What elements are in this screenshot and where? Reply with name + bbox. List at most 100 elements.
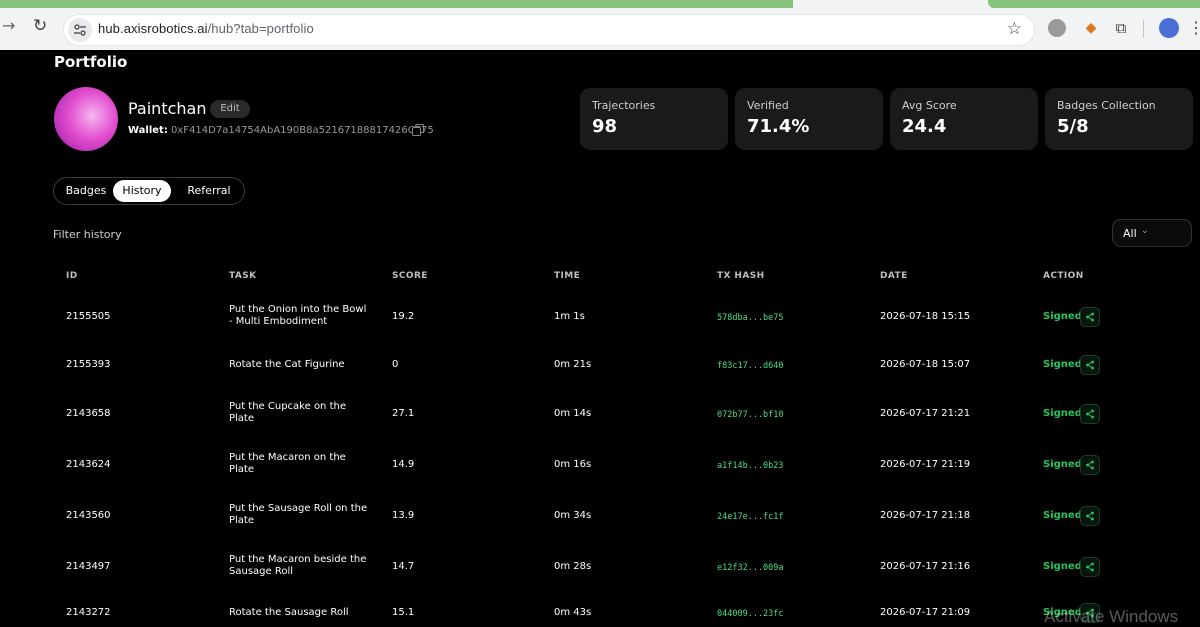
forward-arrow-icon[interactable]: →	[2, 16, 22, 40]
share-icon	[1086, 562, 1094, 572]
stat-card-verified: Verified 71.4%	[735, 88, 883, 150]
extensions-puzzle-icon[interactable]: ⧉	[1112, 19, 1130, 37]
cell-date: 2026-07-17 21:18	[880, 510, 971, 521]
profile-avatar-icon[interactable]	[1159, 18, 1179, 38]
url-text[interactable]: hub.axisrobotics.ai/hub?tab=portfolio	[98, 21, 314, 36]
stat-value: 98	[592, 116, 618, 137]
column-header-time: TIME	[554, 271, 581, 281]
tab-history[interactable]: History	[113, 180, 171, 202]
cell-time: 0m 16s	[554, 459, 592, 470]
table-row: 2143560 Put the Sausage Roll on the Plat…	[0, 495, 1200, 535]
column-header-score: SCORE	[392, 271, 428, 281]
stat-value: 24.4	[902, 116, 947, 137]
cell-id: 2143624	[66, 459, 111, 470]
share-button[interactable]	[1080, 355, 1100, 375]
status-badge: Signed	[1043, 561, 1082, 572]
cell-time: 0m 28s	[554, 561, 592, 572]
cell-id: 2143272	[66, 607, 111, 618]
cell-time: 0m 14s	[554, 408, 592, 419]
cell-id: 2155393	[66, 359, 111, 370]
stat-value: 71.4%	[747, 116, 810, 137]
cell-id: 2155505	[66, 311, 111, 322]
status-badge: Signed	[1043, 359, 1082, 370]
cell-task: Put the Sausage Roll on the Plate	[229, 503, 368, 526]
share-button[interactable]	[1080, 506, 1100, 526]
cell-score: 27.1	[392, 408, 415, 419]
column-header-tx-hash: TX HASH	[717, 271, 765, 281]
toolbar-divider	[1143, 20, 1144, 38]
username: Paintchan	[128, 99, 207, 118]
stat-label: Avg Score	[902, 99, 957, 112]
site-info-icon[interactable]	[68, 18, 92, 42]
tab-badges[interactable]: Badges	[56, 180, 116, 202]
metamask-fox-icon[interactable]: ◆	[1082, 19, 1100, 37]
cell-date: 2026-07-17 21:19	[880, 459, 971, 470]
share-button[interactable]	[1080, 404, 1100, 424]
cell-score: 14.9	[392, 459, 415, 470]
stat-card-badges-collection: Badges Collection 5/8	[1045, 88, 1193, 150]
wallet-info: Wallet: 0xF414D7a14754AbA190B8a521671888…	[128, 125, 434, 136]
cell-score: 19.2	[392, 311, 415, 322]
cell-tx-hash[interactable]: 24e17e...fc1f	[717, 512, 784, 522]
browser-toolbar: → ↻ hub.axisrobotics.ai/hub?tab=portfoli…	[0, 0, 1200, 50]
cell-date: 2026-07-18 15:07	[880, 359, 971, 370]
browser-tab-strip	[0, 0, 793, 8]
table-row: 2143658 Put the Cupcake on the Plate 27.…	[0, 393, 1200, 433]
filter-selected-value: All	[1123, 227, 1137, 240]
stat-label: Trajectories	[592, 99, 656, 112]
stat-card-avg-score: Avg Score 24.4	[890, 88, 1038, 150]
tab-referral[interactable]: Referral	[176, 180, 242, 202]
cell-tx-hash[interactable]: f83c17...d640	[717, 361, 784, 371]
cell-task: Put the Macaron on the Plate	[229, 452, 346, 475]
table-row: 2143272 Rotate the Sausage Roll 15.1 0m …	[0, 594, 1200, 624]
page-title: Portfolio	[54, 53, 128, 71]
copy-icon[interactable]	[412, 124, 424, 136]
table-row: 2155505 Put the Onion into the Bowl - Mu…	[0, 296, 1200, 336]
cell-tx-hash[interactable]: 578dba...be75	[717, 313, 784, 323]
table-row: 2155393 Rotate the Cat Figurine 0 0m 21s…	[0, 344, 1200, 384]
stat-value: 5/8	[1057, 116, 1089, 137]
cell-id: 2143560	[66, 510, 111, 521]
cell-time: 0m 43s	[554, 607, 592, 618]
browser-menu-icon[interactable]: ⋮	[1188, 18, 1200, 37]
chevron-down-icon: ⌄	[1141, 226, 1149, 236]
status-badge: Signed	[1043, 459, 1082, 470]
filter-history-label: Filter history	[53, 228, 122, 241]
status-badge: Signed	[1043, 510, 1082, 521]
cell-date: 2026-07-17 21:21	[880, 408, 971, 419]
reload-icon[interactable]: ↻	[33, 16, 53, 40]
avatar	[54, 87, 118, 151]
table-row: 2143497 Put the Macaron beside the Sausa…	[0, 546, 1200, 586]
cell-date: 2026-07-17 21:16	[880, 561, 971, 572]
wallet-label: Wallet:	[128, 125, 168, 136]
stat-card-trajectories: Trajectories 98	[580, 88, 728, 150]
share-button[interactable]	[1080, 557, 1100, 577]
edit-profile-button[interactable]: Edit	[210, 100, 250, 118]
stat-label: Verified	[747, 99, 789, 112]
wallet-address: 0xF414D7a14754AbA190B8a52167188817426C77…	[171, 125, 434, 136]
share-icon	[1086, 460, 1094, 470]
browser-tab-strip-right	[988, 0, 1200, 8]
cell-score: 0	[392, 359, 399, 370]
active-tab[interactable]	[793, 0, 988, 8]
cell-tx-hash[interactable]: 072b77...bf10	[717, 410, 784, 420]
cell-tx-hash[interactable]: 044009...23fc	[717, 609, 784, 619]
extension-avatar-icon[interactable]	[1048, 19, 1066, 37]
share-button[interactable]	[1080, 307, 1100, 327]
status-badge: Signed	[1043, 408, 1082, 419]
share-button[interactable]	[1080, 455, 1100, 475]
stat-label: Badges Collection	[1057, 99, 1156, 112]
cell-score: 15.1	[392, 607, 415, 618]
cell-task: Put the Onion into the Bowl - Multi Embo…	[229, 304, 367, 327]
url-host: hub.axisrobotics.ai	[98, 21, 208, 36]
bookmark-star-icon[interactable]: ☆	[1007, 19, 1022, 39]
address-bar[interactable]: hub.axisrobotics.ai/hub?tab=portfolio ☆	[63, 14, 1035, 46]
cell-time: 0m 21s	[554, 359, 592, 370]
activate-windows-watermark: Activate Windows	[1044, 607, 1179, 626]
cell-time: 1m 1s	[554, 311, 585, 322]
filter-dropdown[interactable]: All ⌄	[1112, 219, 1192, 247]
cell-tx-hash[interactable]: a1f14b...0b23	[717, 461, 784, 471]
cell-task: Rotate the Cat Figurine	[229, 359, 345, 370]
share-icon	[1086, 312, 1094, 322]
cell-tx-hash[interactable]: e12f32...009a	[717, 563, 784, 573]
